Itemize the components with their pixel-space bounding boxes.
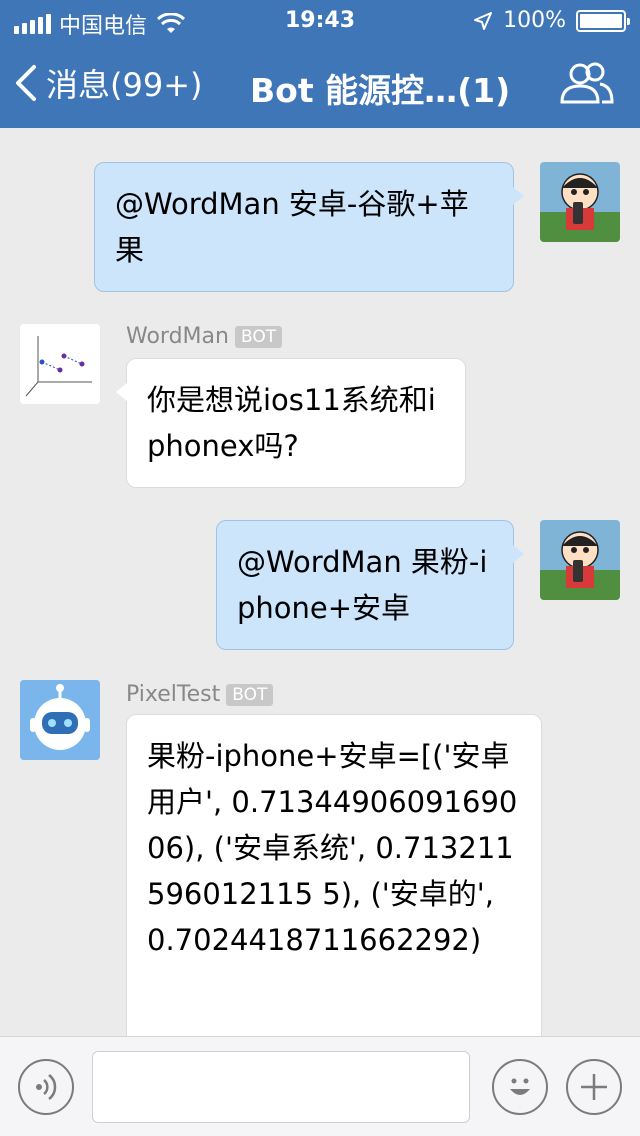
more-button[interactable] xyxy=(566,1059,622,1115)
voice-icon xyxy=(36,1074,57,1100)
sender-name: PixelTest BOT xyxy=(126,682,274,707)
bot-badge: BOT xyxy=(234,325,283,348)
chat-title: Bot 能源控…(1) xyxy=(250,71,511,110)
top-bar: 中国电信 19:43 100% 消息(99+) Bot 能源控…(1) xyxy=(0,0,640,128)
nav-bar: 消息(99+) Bot 能源控…(1) xyxy=(0,40,640,128)
chevron-left-icon xyxy=(16,65,36,101)
cartoon-boy-avatar-icon xyxy=(540,520,620,600)
back-button[interactable]: 消息(99+) xyxy=(12,60,203,106)
robot-avatar-icon xyxy=(20,680,100,760)
outgoing-message[interactable]: @WordMan 安卓-谷歌+苹果 xyxy=(94,162,524,292)
sender-name: WordMan BOT xyxy=(126,324,283,349)
outgoing-message[interactable]: @WordMan 果粉-iphone+安卓 xyxy=(216,520,524,650)
message-input[interactable] xyxy=(92,1051,470,1123)
sender-label: WordMan xyxy=(126,324,229,349)
wordman-avatar[interactable] xyxy=(20,324,100,404)
plus-icon xyxy=(581,1074,607,1100)
battery-icon xyxy=(576,9,630,32)
emoji-button[interactable] xyxy=(492,1059,548,1115)
status-bar: 中国电信 19:43 100% xyxy=(0,0,640,40)
my-avatar[interactable] xyxy=(540,520,620,600)
input-bar xyxy=(0,1036,640,1136)
sender-label: PixelTest xyxy=(126,682,221,707)
pixeltest-avatar[interactable] xyxy=(20,680,100,760)
chat-area[interactable]: @WordMan 安卓-谷歌+苹果 WordMan BOT 你是想说ios11系… xyxy=(0,128,640,1036)
location-arrow-icon xyxy=(474,11,493,30)
incoming-message[interactable]: 你是想说ios11系统和iphonex吗? xyxy=(116,358,466,488)
battery-percent: 100% xyxy=(503,8,566,33)
bot-badge: BOT xyxy=(226,683,274,706)
back-label: 消息(99+) xyxy=(46,66,203,104)
smiley-icon xyxy=(510,1078,530,1095)
cartoon-boy-avatar-icon xyxy=(540,162,620,242)
group-members-icon[interactable] xyxy=(558,62,614,106)
my-avatar[interactable] xyxy=(540,162,620,242)
status-right: 100% xyxy=(473,8,630,33)
vector-plot-avatar-icon xyxy=(20,324,100,404)
voice-button[interactable] xyxy=(18,1059,74,1115)
battery-fill xyxy=(580,13,622,28)
incoming-message[interactable]: 果粉-iphone+安卓=[('安卓用户', 0.713449060916900… xyxy=(126,714,542,1036)
